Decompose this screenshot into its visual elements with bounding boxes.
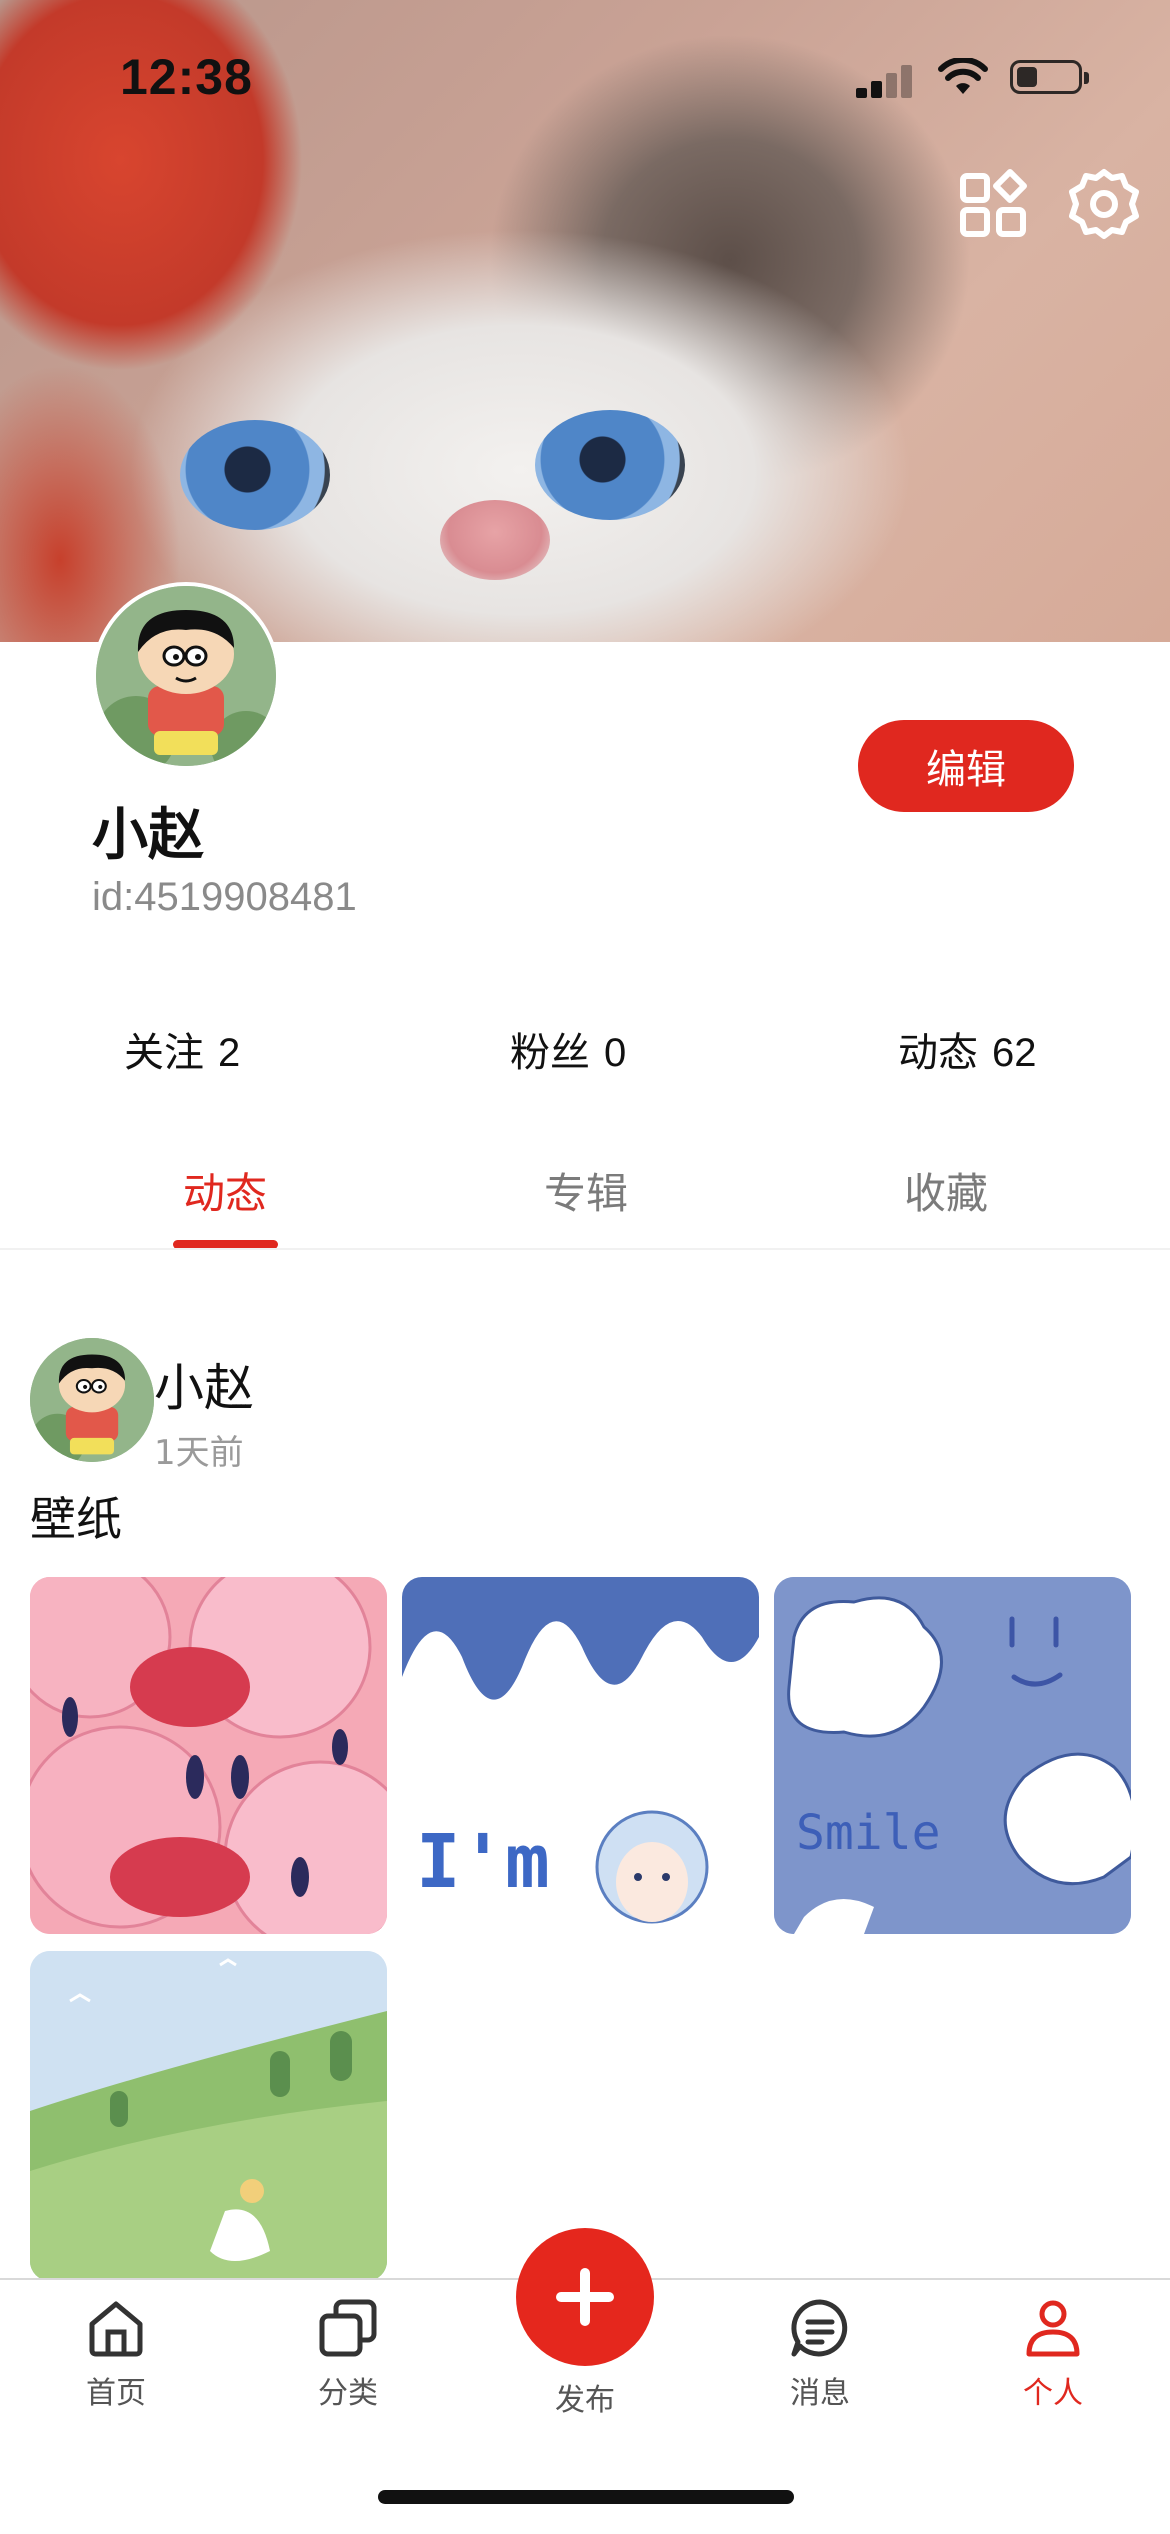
signal-icon — [856, 62, 916, 98]
post-image-im[interactable]: I'm — [402, 1577, 759, 1934]
stat-followers[interactable]: 粉丝 0 — [510, 1020, 626, 1078]
kirby-illustration — [30, 1577, 387, 1934]
nav-home[interactable]: 首页 — [56, 2298, 176, 2412]
settings-gear-icon[interactable] — [1068, 168, 1140, 240]
avatar-image — [96, 586, 276, 766]
smile-text: Smile — [796, 1805, 941, 1861]
home-indicator[interactable] — [378, 2490, 794, 2504]
avatar-image — [30, 1338, 154, 1462]
status-time: 12:38 — [120, 49, 253, 105]
profile-avatar[interactable] — [92, 582, 280, 770]
nav-category-label: 分类 — [318, 2376, 378, 2411]
tab-posts[interactable]: 动态 — [183, 1160, 267, 1221]
stat-posts-label: 动态 — [898, 1030, 978, 1076]
wifi-icon — [938, 58, 988, 94]
category-icon — [319, 2299, 377, 2357]
profile-username: 小赵 — [92, 803, 204, 868]
cat-nose — [440, 500, 550, 580]
message-icon — [791, 2299, 848, 2357]
tabs-divider — [0, 1248, 1170, 1250]
battery-icon — [1010, 60, 1089, 94]
cat-eye-left — [180, 420, 330, 530]
smile-illustration: Smile — [774, 1577, 1131, 1934]
stat-followers-value: 0 — [604, 1031, 627, 1075]
stat-following-value: 2 — [218, 1031, 241, 1075]
user-icon — [1026, 2300, 1080, 2357]
meadow-illustration — [30, 1951, 387, 2281]
nav-publish-label[interactable]: 发布 — [525, 2375, 645, 2419]
profile-user-id: id:4519908481 — [92, 875, 357, 919]
stat-following[interactable]: 关注 2 — [124, 1020, 240, 1078]
status-bar: 12:38 — [0, 0, 1170, 150]
tab-favorites[interactable]: 收藏 — [904, 1160, 988, 1221]
post-image-smile[interactable]: Smile — [774, 1577, 1131, 1934]
publish-button[interactable] — [516, 2228, 654, 2366]
stat-following-label: 关注 — [124, 1030, 204, 1076]
stat-posts[interactable]: 动态 62 — [898, 1020, 1037, 1078]
nav-profile-label: 个人 — [1023, 2376, 1083, 2411]
post-image-kirby[interactable] — [30, 1577, 387, 1934]
im-text: I'm — [416, 1819, 550, 1905]
edit-profile-button[interactable]: 编辑 — [858, 720, 1074, 812]
tab-albums[interactable]: 专辑 — [544, 1160, 628, 1221]
nav-messages[interactable]: 消息 — [760, 2298, 880, 2412]
post-author-avatar[interactable] — [30, 1338, 154, 1462]
im-illustration: I'm — [402, 1577, 759, 1934]
stat-followers-label: 粉丝 — [510, 1030, 590, 1076]
nav-category[interactable]: 分类 — [288, 2298, 408, 2412]
nav-home-label: 首页 — [86, 2376, 146, 2411]
post-image-meadow[interactable] — [30, 1951, 387, 2281]
cat-eye-right — [535, 410, 685, 520]
nav-profile[interactable]: 个人 — [993, 2298, 1113, 2412]
plus-icon — [556, 2268, 614, 2326]
grid-apps-icon[interactable] — [958, 168, 1030, 240]
nav-messages-label: 消息 — [790, 2376, 850, 2411]
post-text: 壁纸 — [30, 1492, 122, 1546]
post-author-name[interactable]: 小赵 — [154, 1348, 254, 1420]
post-timestamp: 1天前 — [154, 1433, 244, 1473]
stat-posts-value: 62 — [992, 1031, 1037, 1075]
home-icon — [89, 2301, 143, 2357]
